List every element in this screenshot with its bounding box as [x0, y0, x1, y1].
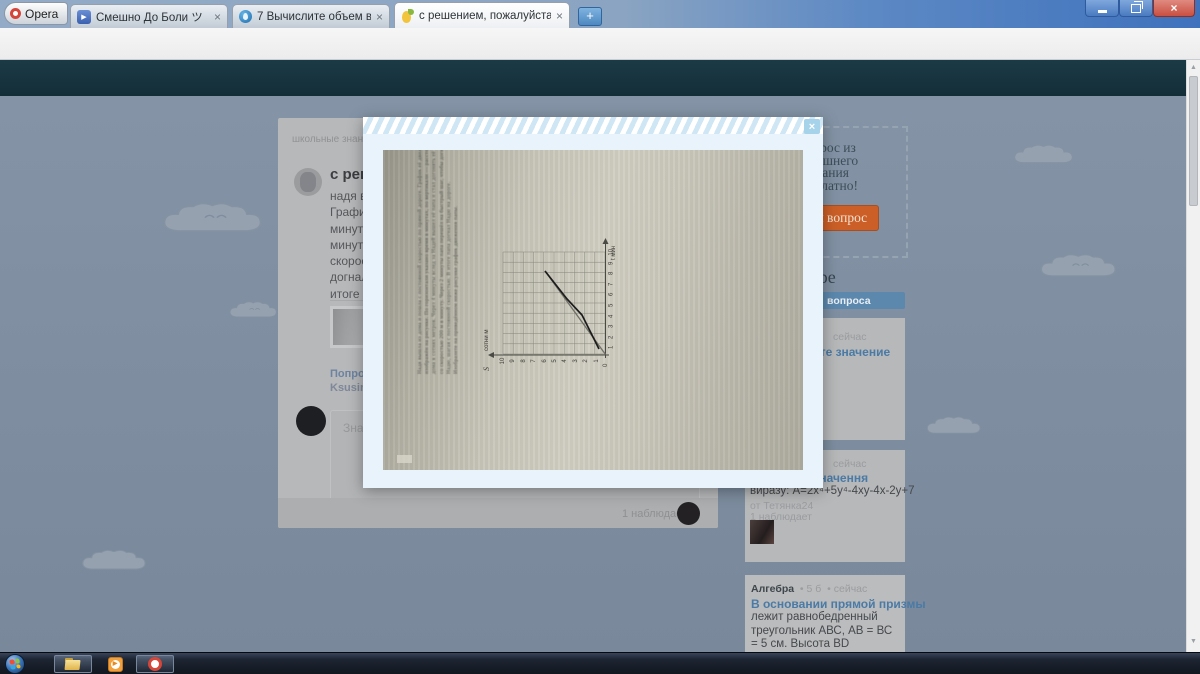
media-play-icon: ▶	[107, 656, 123, 672]
task-photo: Надя вышла из дома и пошла с постоянной …	[383, 150, 803, 470]
windows-logo-icon	[9, 658, 21, 670]
taskbar-explorer-button[interactable]	[54, 655, 92, 673]
scroll-up-icon[interactable]: ▲	[1190, 64, 1197, 71]
graph-tick: 10	[500, 357, 507, 365]
card2-avatar	[750, 520, 774, 544]
photo-page-mark	[397, 455, 412, 463]
address-bar: ← → ↻ znanija.com /task/8386973 ♥ ↓	[0, 28, 1200, 84]
new-tab-button[interactable]: +	[578, 7, 602, 26]
folder-icon	[65, 658, 81, 670]
tab-1-close-icon[interactable]: ×	[214, 11, 221, 23]
opera-menu-label: Opera	[25, 6, 59, 21]
graph-tick: 2	[583, 359, 590, 363]
taskbar-mediaplayer-button[interactable]: ▶	[98, 655, 132, 673]
answerer-avatar	[296, 406, 326, 436]
taskbar-opera-button[interactable]	[136, 655, 174, 673]
card3-subject-link[interactable]: Алгебра	[751, 583, 794, 595]
opera-logo-icon	[10, 8, 21, 19]
asker-avatar	[294, 168, 322, 196]
card3-meta: Алгебра • 5 б • сейчас	[751, 583, 868, 595]
graph-tick: 4	[562, 359, 569, 363]
start-button[interactable]	[5, 654, 25, 674]
minimize-button[interactable]	[1085, 0, 1119, 17]
znanija-favicon-icon	[401, 8, 414, 23]
sidebar-question-card-3: Алгебра • 5 б • сейчас В основании прямо…	[745, 575, 926, 674]
photo-text-line: со скоростью 200 м в минуту. Через 2 мин…	[438, 150, 445, 374]
card1-time: сейчас	[833, 331, 867, 343]
opera-menu-button[interactable]: Opera	[4, 2, 68, 25]
photo-text-line: Изобразите на приведённом ниже рисунке г…	[453, 205, 460, 374]
question-footer: 1 наблюдает	[278, 498, 718, 528]
questions-button-label: вопроса	[827, 295, 871, 307]
graph-tick: 7	[531, 359, 538, 363]
photo-graph: 10 9 8 7 6 5 4 3 2 1 1 2 3 4 5 6 7 8 9 10 0 t мин сотни м …	[482, 234, 635, 384]
close-window-button[interactable]: ×	[1153, 0, 1195, 17]
drop-favicon-icon	[239, 10, 252, 23]
tab-1-title: Смешно До Боли ツ	[96, 11, 203, 24]
graph-origin-label: 0	[603, 363, 609, 367]
opera-icon	[148, 657, 162, 671]
graph-tick: 2	[609, 335, 615, 339]
tab-3-title: с решением, пожалуйста	[419, 9, 551, 22]
card3-points: 5 б	[806, 583, 822, 595]
opera-browser-window: Opera ▶ Смешно До Боли ツ × 7 Вычислите о…	[0, 0, 1200, 674]
photo-text-line: Надю, шагая с постоянной скоростью. В ит…	[445, 181, 452, 374]
graph-tick: 8	[521, 359, 528, 363]
tab-1[interactable]: ▶ Смешно До Боли ツ ×	[70, 4, 228, 28]
graph-y-units-label: сотни м	[484, 329, 490, 351]
graph-y-axis-label: S	[482, 367, 491, 371]
window-titlebar: Opera ▶ Смешно До Боли ツ × 7 Вычислите о…	[0, 0, 1200, 29]
graph-tick: 5	[609, 303, 615, 307]
graph-tick: 1	[609, 346, 615, 350]
minimize-icon	[1097, 9, 1107, 13]
site-header: Школьные Знания.com ▾ Google™ Пользовате…	[0, 60, 1200, 155]
restore-button[interactable]	[1119, 0, 1153, 17]
scrollbar-thumb[interactable]	[1189, 76, 1198, 206]
video-play-favicon-icon: ▶	[77, 9, 91, 24]
image-lightbox: × Надя вышла из дома и пошла с постоянно…	[363, 117, 823, 488]
graph-x-ticks: 1 2 3 4 5 6 7 8 9 10	[607, 247, 617, 353]
tab-3-close-icon[interactable]: ×	[556, 10, 563, 22]
scrollbar[interactable]: ▲ ▼	[1186, 60, 1200, 652]
graph-tick: 8	[609, 271, 615, 276]
tab-2-title: 7 Вычислите объем водо	[257, 10, 371, 23]
breadcrumb[interactable]: школьные знания	[292, 134, 374, 145]
photo-problem-text: Надя вышла из дома и пошла с постоянной …	[417, 150, 460, 374]
watcher-avatar	[677, 502, 700, 525]
lightbox-close-icon[interactable]: ×	[804, 119, 820, 134]
windows-taskbar: ▶ EN ▲ i 19:57	[0, 652, 1200, 674]
graph-tick: 6	[541, 359, 548, 363]
tab-2-close-icon[interactable]: ×	[376, 11, 383, 23]
tab-3-active[interactable]: с решением, пожалуйста ×	[394, 2, 570, 28]
graph-tick: 3	[609, 324, 615, 329]
card2-time: сейчас	[833, 458, 867, 470]
tab-2[interactable]: 7 Вычислите объем водо ×	[232, 4, 390, 28]
card3-time: сейчас	[833, 583, 868, 595]
graph-tick: 5	[552, 359, 559, 363]
card3-title-link[interactable]: В основании прямой призмы	[751, 597, 926, 611]
graph-x-axis-label: t мин	[611, 245, 617, 260]
graph-tick: 4	[609, 314, 615, 318]
graph-tick: 3	[573, 359, 580, 363]
graph-tick: 7	[609, 282, 615, 286]
graph-tick: 6	[609, 293, 615, 297]
graph-y-ticks: 10 9 8 7 6 5 4 3 2 1	[498, 356, 602, 366]
restore-icon	[1131, 0, 1143, 13]
scroll-down-icon[interactable]: ▼	[1190, 638, 1197, 645]
lightbox-stripe-bar[interactable]	[363, 117, 823, 134]
graph-tick: 9	[510, 359, 517, 363]
photo-text-line: дома в сотнях метров. Через 4 минуты всл…	[431, 151, 438, 374]
graph-tick: 1	[593, 359, 600, 363]
close-window-icon: ×	[1170, 1, 1178, 15]
